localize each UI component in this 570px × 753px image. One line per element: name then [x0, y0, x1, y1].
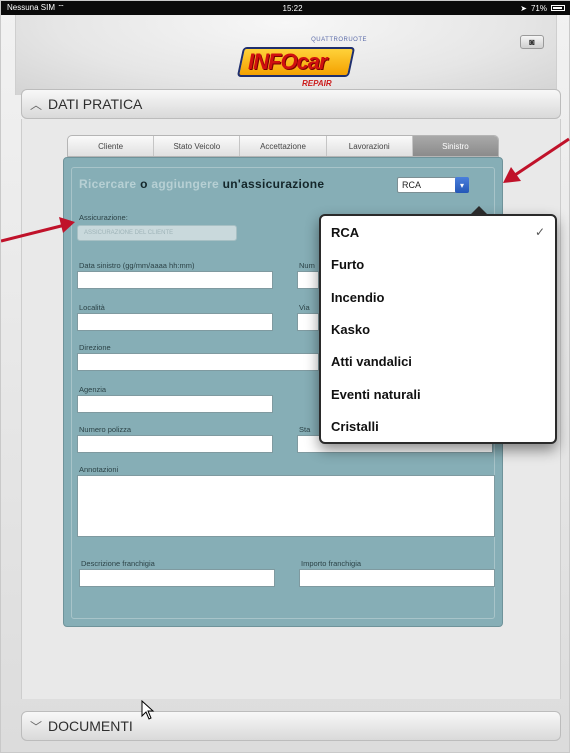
popover-item-furto[interactable]: Furto	[331, 253, 551, 275]
popover-item-label: Eventi naturali	[331, 386, 421, 402]
numero-polizza-label: Numero polizza	[79, 425, 132, 434]
popover-item-eventi-naturali[interactable]: Eventi naturali	[331, 383, 551, 405]
descrizione-franchigia-input[interactable]	[79, 569, 275, 587]
popover-item-label: Atti vandalici	[331, 353, 412, 369]
annotazioni-label: Annotazioni	[79, 465, 119, 474]
direzione-label: Direzione	[79, 343, 111, 352]
chevron-down-icon: ﹀	[30, 719, 43, 734]
popover-item-label: Kasko	[331, 321, 371, 337]
via-input[interactable]	[297, 313, 319, 331]
tab-cliente[interactable]: Cliente	[68, 136, 155, 156]
via-label: Via	[299, 303, 310, 312]
camera-icon: ◙	[529, 37, 535, 47]
localita-label: Località	[79, 303, 105, 312]
numero-input[interactable]	[297, 271, 319, 289]
chevron-up-icon: ︿	[30, 97, 43, 112]
battery-icon	[550, 5, 565, 11]
tab-bar: Cliente Stato Veicolo Accettazione Lavor…	[67, 135, 499, 157]
insurance-type-popover: RCA ✓ Furto Incendio Kasko Atti vandalic…	[319, 206, 557, 444]
title-or: o	[140, 177, 148, 191]
data-sinistro-input[interactable]	[77, 271, 273, 289]
infocar-logo: QUATTRORUOTE INFOcar REPAIR	[234, 25, 369, 95]
popover-item-incendio[interactable]: Incendio	[331, 286, 551, 308]
annotazioni-textarea[interactable]	[77, 475, 495, 537]
location-icon: ➤	[520, 3, 527, 13]
section-title: DATI PRATICA	[48, 96, 143, 112]
popover-item-atti-vandalici[interactable]: Atti vandalici	[331, 350, 551, 372]
section-title: DOCUMENTI	[48, 718, 133, 734]
chevron-down-icon: ▾	[455, 177, 469, 193]
mouse-pointer-icon	[141, 700, 155, 720]
checkmark-icon: ✓	[534, 225, 545, 239]
popover-tip	[469, 206, 489, 216]
localita-input[interactable]	[77, 313, 273, 331]
status-right: ➤ 71%	[520, 4, 565, 13]
add-link[interactable]: aggiungere	[151, 177, 219, 191]
tab-accettazione[interactable]: Accettazione	[240, 136, 327, 156]
tab-lavorazioni[interactable]: Lavorazioni	[327, 136, 413, 156]
select-value: RCA	[402, 180, 422, 190]
app-header: QUATTRORUOTE INFOcar REPAIR ◙	[15, 15, 557, 95]
popover-item-label: RCA	[331, 224, 360, 240]
title-rest: un'assicurazione	[222, 177, 325, 191]
importo-franchigia-label: Importo franchigia	[301, 559, 362, 568]
popover-item-rca[interactable]: RCA ✓	[331, 221, 551, 243]
popover-item-label: Furto	[331, 256, 365, 272]
insurance-type-select[interactable]: RCA ▾	[397, 177, 469, 193]
tab-sinistro[interactable]: Sinistro	[412, 136, 498, 156]
numero-polizza-input[interactable]	[77, 435, 273, 453]
annotation-arrow-right	[503, 137, 570, 183]
carrier-label: Nessuna SIM ⌔	[7, 3, 65, 12]
insurance-title: Ricercare o aggiungere un'assicurazione	[79, 177, 324, 191]
direzione-input[interactable]	[77, 353, 319, 371]
popover-item-kasko[interactable]: Kasko	[331, 318, 551, 340]
data-sinistro-label: Data sinistro (gg/mm/aaaa hh:mm)	[79, 261, 195, 270]
assicurazione-value: ASSICURAZIONE DEL CLIENTE	[84, 230, 174, 236]
stato-label: Sta	[299, 425, 311, 434]
logo-wordmark: INFOcar	[248, 49, 328, 74]
assicurazione-label: Assicurazione:	[79, 213, 128, 222]
annotation-arrow-left	[1, 217, 75, 243]
assicurazione-field: ASSICURAZIONE DEL CLIENTE	[77, 225, 237, 241]
importo-franchigia-input[interactable]	[299, 569, 495, 587]
popover-item-label: Cristalli	[331, 418, 379, 434]
battery-percent: 71%	[530, 3, 547, 13]
camera-button[interactable]: ◙	[520, 35, 544, 49]
section-dati-pratica[interactable]: ︿ DATI PRATICA	[21, 89, 561, 119]
clock-label: 15:22	[282, 3, 303, 13]
status-bar: Nessuna SIM ⌔ 15:22 ➤ 71%	[1, 1, 570, 15]
search-link[interactable]: Ricercare	[79, 177, 136, 191]
numero-label: Num	[299, 261, 315, 270]
logo-subtitle: REPAIR	[302, 79, 332, 88]
popover-item-cristalli[interactable]: Cristalli	[331, 415, 551, 437]
logo-tagline: QUATTRORUOTE	[311, 37, 367, 43]
agenzia-input[interactable]	[77, 395, 273, 413]
descrizione-franchigia-label: Descrizione franchigia	[81, 559, 155, 568]
section-documenti[interactable]: ﹀ DOCUMENTI	[21, 711, 561, 741]
popover-item-label: Incendio	[331, 289, 385, 305]
agenzia-label: Agenzia	[79, 385, 107, 394]
ipad-screen: Nessuna SIM ⌔ 15:22 ➤ 71% QUATTRORUOTE I…	[0, 0, 570, 753]
tab-stato-veicolo[interactable]: Stato Veicolo	[154, 136, 241, 156]
